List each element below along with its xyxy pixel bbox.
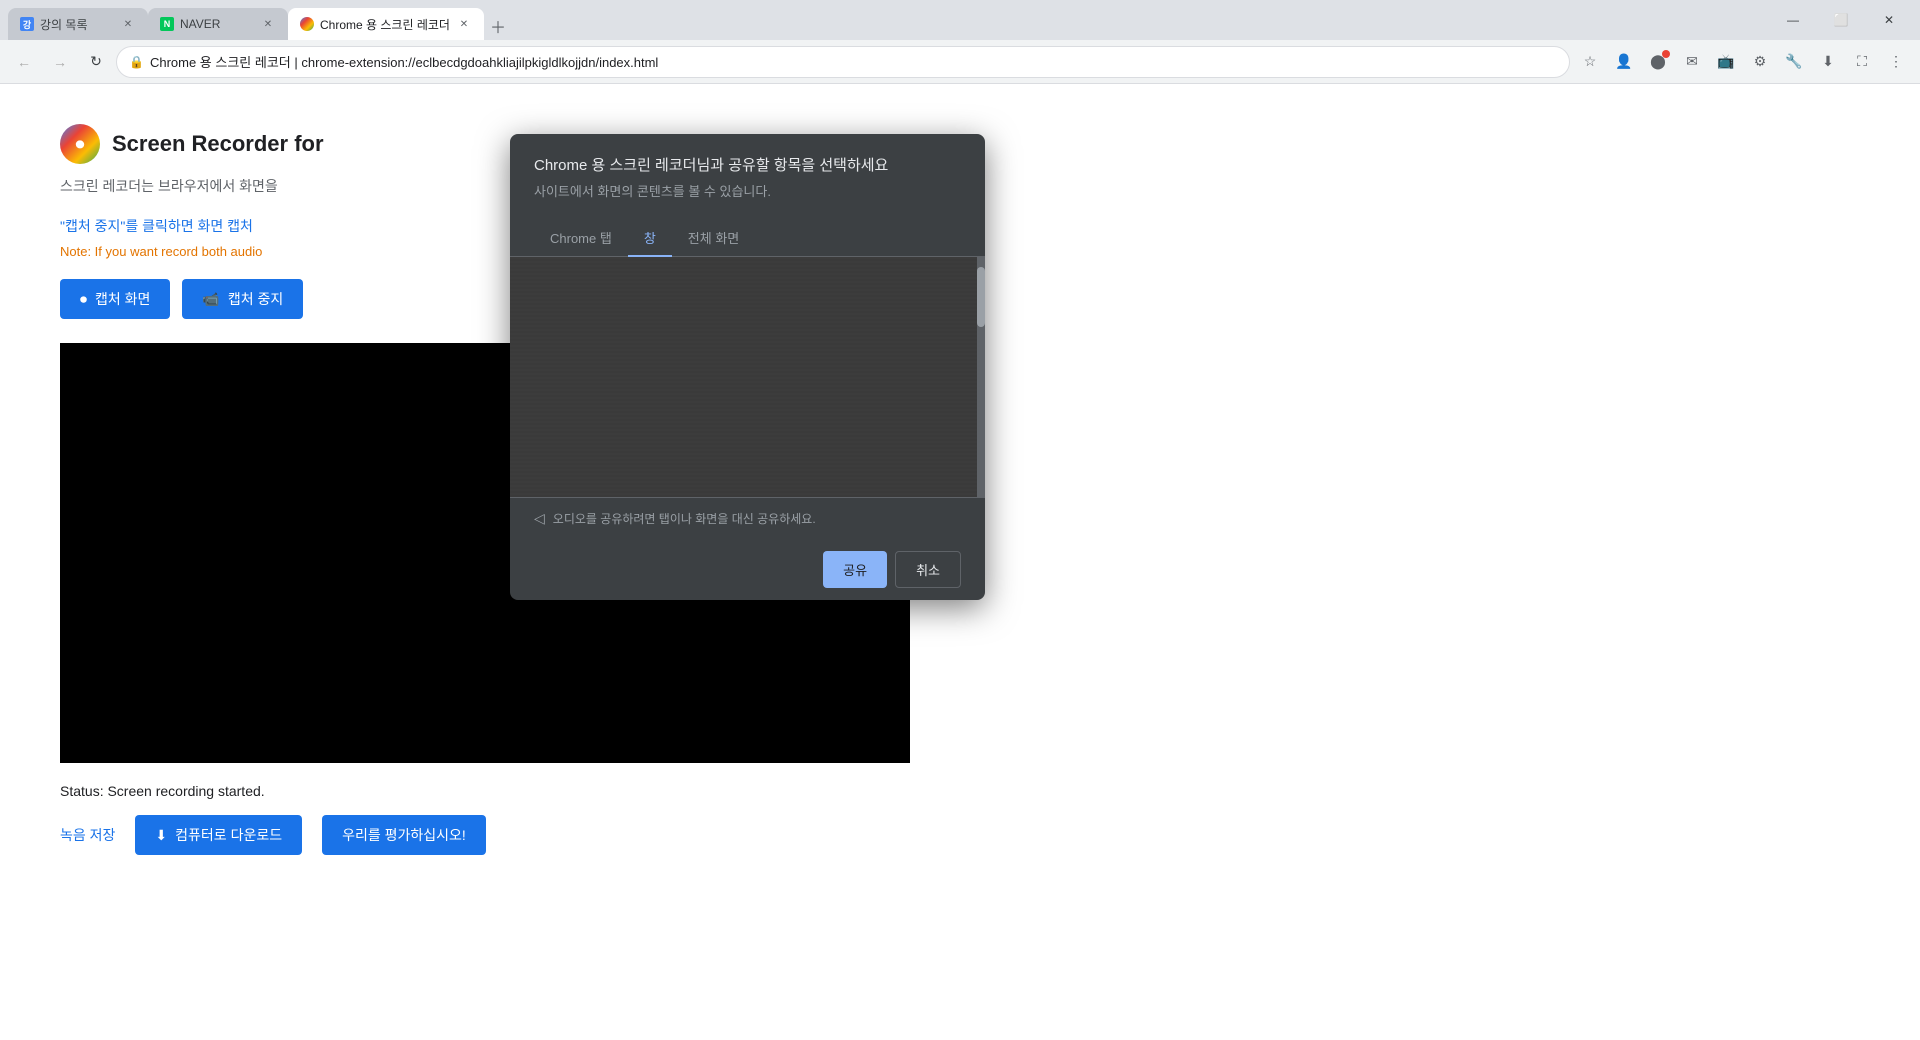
dialog-preview-area: [510, 257, 985, 497]
tab-2[interactable]: N NAVER ✕: [148, 8, 288, 40]
toolbar-right: ☆ 👤 ⬤ ✉ 📺 ⚙ 🔧 ⬇ ⛶ ⋮: [1574, 46, 1912, 78]
menu-button[interactable]: ⋮: [1880, 46, 1912, 78]
dialog-scrollbar[interactable]: [977, 257, 985, 497]
tab-1[interactable]: 강 강의 목록 ✕: [8, 8, 148, 40]
record-indicator: ⬤: [1642, 46, 1674, 78]
forward-button[interactable]: →: [44, 46, 76, 78]
tab-1-favicon: 강: [20, 17, 34, 31]
address-bar[interactable]: 🔒 Chrome 용 스크린 레코더 | chrome-extension://…: [116, 46, 1570, 78]
tab-fullscreen-label: 전체 화면: [688, 231, 739, 246]
tab-fullscreen[interactable]: 전체 화면: [672, 220, 755, 257]
cancel-button[interactable]: 취소: [895, 551, 961, 588]
tab-2-favicon: N: [160, 17, 174, 31]
tab-1-close[interactable]: ✕: [120, 16, 136, 32]
dialog-audio-note: ◁ 오디오를 공유하려면 탭이나 화면을 대신 공유하세요.: [510, 497, 985, 539]
tab-window-label: 창: [644, 231, 656, 246]
tab-chrome[interactable]: Chrome 탭: [534, 220, 628, 257]
title-bar: 강 강의 목록 ✕ N NAVER ✕ Chrome 용 스크린 레코더 ✕ ＋…: [0, 0, 1920, 40]
tab-3-favicon: [300, 17, 314, 31]
new-tab-button[interactable]: ＋: [484, 12, 512, 40]
tab-2-close[interactable]: ✕: [260, 16, 276, 32]
toolbar: ← → ↻ 🔒 Chrome 용 스크린 레코더 | chrome-extens…: [0, 40, 1920, 84]
address-text: Chrome 용 스크린 레코더 | chrome-extension://ec…: [150, 52, 1557, 71]
tab-3[interactable]: Chrome 용 스크린 레코더 ✕: [288, 8, 484, 40]
bookmark-button[interactable]: ☆: [1574, 46, 1606, 78]
dialog-scrollbar-thumb: [977, 267, 985, 327]
audio-note-icon: ◁: [534, 510, 545, 527]
extensions-icon[interactable]: 🔧: [1778, 46, 1810, 78]
reload-button[interactable]: ↻: [80, 46, 112, 78]
tab-chrome-label: Chrome 탭: [550, 231, 612, 246]
dialog-header: Chrome 용 스크린 레코더님과 공유할 항목을 선택하세요 사이트에서 화…: [510, 134, 985, 208]
close-button[interactable]: ✕: [1866, 4, 1912, 36]
profile-button[interactable]: 👤: [1608, 46, 1640, 78]
mail-icon[interactable]: ✉: [1676, 46, 1708, 78]
browser-frame: 강 강의 목록 ✕ N NAVER ✕ Chrome 용 스크린 레코더 ✕ ＋…: [0, 0, 1920, 1040]
fullscreen-icon[interactable]: ⛶: [1846, 46, 1878, 78]
dialog-subtitle: 사이트에서 화면의 콘텐츠를 볼 수 있습니다.: [534, 181, 961, 200]
maximize-button[interactable]: ⬜: [1818, 4, 1864, 36]
tab-window[interactable]: 창: [628, 220, 672, 257]
dialog-tabs: Chrome 탭 창 전체 화면: [510, 220, 985, 257]
cast-icon[interactable]: 📺: [1710, 46, 1742, 78]
tab-strip: 강 강의 목록 ✕ N NAVER ✕ Chrome 용 스크린 레코더 ✕ ＋: [8, 0, 1770, 40]
tab-2-title: NAVER: [180, 17, 254, 31]
window-controls: — ⬜ ✕: [1770, 4, 1912, 36]
lock-icon: 🔒: [129, 55, 144, 69]
audio-note-text: 오디오를 공유하려면 탭이나 화면을 대신 공유하세요.: [553, 510, 816, 527]
dialog-overlay: Chrome 용 스크린 레코더님과 공유할 항목을 선택하세요 사이트에서 화…: [0, 84, 1920, 1040]
share-dialog: Chrome 용 스크린 레코더님과 공유할 항목을 선택하세요 사이트에서 화…: [510, 134, 985, 600]
tab-1-title: 강의 목록: [40, 16, 114, 33]
back-button[interactable]: ←: [8, 46, 40, 78]
settings-icon[interactable]: ⚙: [1744, 46, 1776, 78]
dialog-title: Chrome 용 스크린 레코더님과 공유할 항목을 선택하세요: [534, 154, 961, 175]
minimize-button[interactable]: —: [1770, 4, 1816, 36]
tab-3-close[interactable]: ✕: [456, 16, 472, 32]
tab-3-title: Chrome 용 스크린 레코더: [320, 16, 450, 33]
dialog-preview-inner: [510, 257, 985, 497]
dialog-footer: 공유 취소: [510, 539, 985, 600]
download-icon[interactable]: ⬇: [1812, 46, 1844, 78]
share-button[interactable]: 공유: [823, 551, 887, 588]
page-content: ⏺ Screen Recorder for 스크린 레코더는 브라우저에서 화면…: [0, 84, 1920, 1040]
